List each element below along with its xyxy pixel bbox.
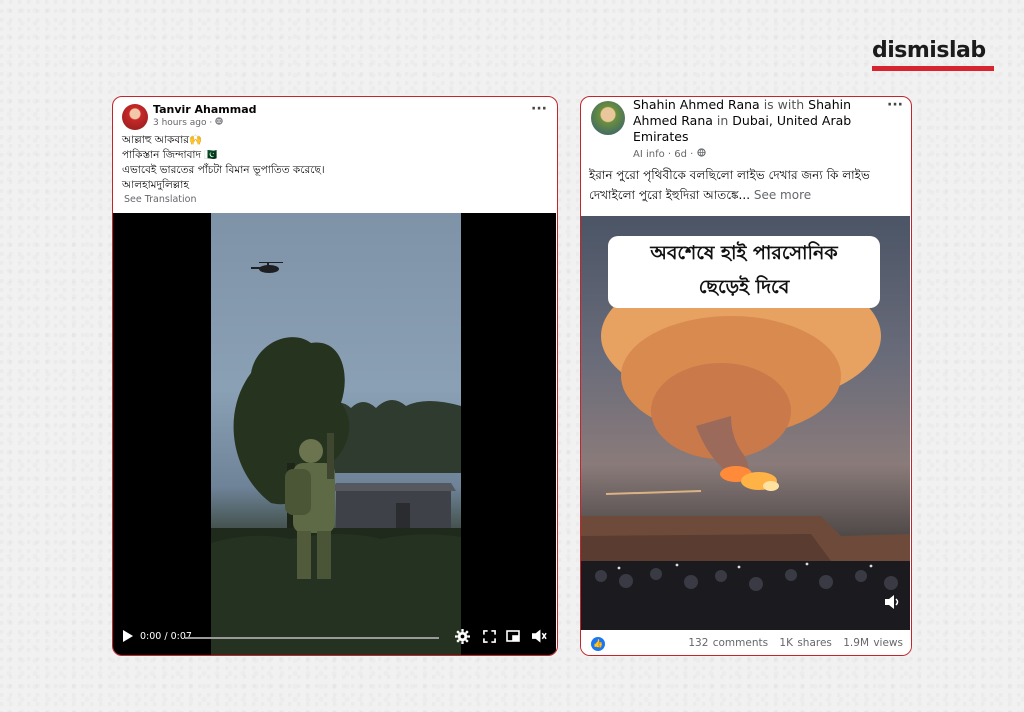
post-stats: 132 comments 1K shares 1.9M views bbox=[681, 637, 903, 649]
avatar[interactable] bbox=[122, 104, 148, 130]
volume-icon[interactable] bbox=[885, 594, 901, 613]
post-line: আলহামদুলিল্লাহ bbox=[122, 179, 189, 191]
more-options-icon[interactable]: ··· bbox=[531, 101, 547, 117]
post-line: আল্লাহু আকবার🙌 bbox=[122, 134, 203, 146]
post-meta-text: AI info · 6d · bbox=[633, 149, 694, 160]
post-meta: AI info · 6d · bbox=[633, 148, 706, 160]
post-text: ইরান পুরো পৃথিবীকে বলছিলো লাইভ দেখার জন্… bbox=[589, 165, 905, 205]
caption-line: ছেড়েই দিবে bbox=[698, 276, 790, 298]
image-caption: অবশেষে হাই পারসোনিক ছেড়েই দিবে bbox=[608, 236, 880, 308]
right-facebook-post: Shahin Ahmed Rana is with Shahin Ahmed R… bbox=[580, 96, 912, 656]
video-progress-bar[interactable] bbox=[185, 637, 439, 639]
post-text: আল্লাহু আকবার🙌 পাকিস্তান জিন্দাবাদ 🇵🇰 এভ… bbox=[122, 133, 325, 193]
post-author[interactable]: Tanvir Ahammad bbox=[153, 103, 257, 116]
post-line: এভাবেই ভারতের পাঁচটা বিমান ভূপাতিত করেছে… bbox=[122, 164, 325, 176]
post-time-text: 3 hours ago bbox=[153, 118, 207, 128]
with-word: is with bbox=[763, 97, 805, 112]
avatar[interactable] bbox=[591, 101, 625, 135]
settings-icon[interactable] bbox=[455, 629, 470, 647]
post-author[interactable]: Shahin Ahmed Rana bbox=[633, 97, 760, 112]
video-player[interactable]: 0:00 / 0:07 bbox=[113, 213, 556, 655]
video-controls: 0:00 / 0:07 bbox=[113, 621, 556, 655]
in-word: in bbox=[716, 113, 729, 128]
more-options-icon[interactable]: ··· bbox=[887, 97, 903, 113]
left-facebook-post: Tanvir Ahammad 3 hours ago · ··· আল্লাহু… bbox=[112, 96, 558, 656]
see-translation-link[interactable]: See Translation bbox=[124, 194, 197, 205]
post-image[interactable]: অবশেষে হাই পারসোনিক ছেড়েই দিবে bbox=[581, 216, 910, 630]
globe-icon bbox=[696, 148, 706, 160]
post-time: 3 hours ago · bbox=[153, 117, 223, 128]
video-frame bbox=[211, 213, 461, 655]
see-more-link[interactable]: See more bbox=[754, 188, 811, 202]
post-header: Shahin Ahmed Rana is with Shahin Ahmed R… bbox=[633, 97, 863, 145]
views-count: 1.9M views bbox=[843, 637, 903, 649]
post-body: ইরান পুরো পৃথিবীকে বলছিলো লাইভ দেখার জন্… bbox=[589, 168, 870, 202]
dismislab-logo: dismislab bbox=[872, 38, 994, 71]
mute-icon[interactable] bbox=[532, 629, 547, 646]
globe-icon bbox=[215, 117, 223, 128]
shares-count[interactable]: 1K shares bbox=[779, 637, 831, 649]
play-icon[interactable] bbox=[123, 630, 133, 645]
pip-icon[interactable] bbox=[506, 630, 520, 645]
post-line: পাকিস্তান জিন্দাবাদ 🇵🇰 bbox=[122, 149, 218, 161]
comments-count[interactable]: 132 comments bbox=[688, 637, 768, 649]
fullscreen-icon[interactable] bbox=[483, 630, 496, 646]
caption-line: অবশেষে হাই পারসোনিক bbox=[650, 242, 838, 264]
like-reaction-icon[interactable]: 👍 bbox=[591, 637, 605, 651]
logo-text: dismislab bbox=[872, 38, 986, 63]
logo-underline bbox=[872, 66, 994, 71]
post-footer: 👍 132 comments 1K shares 1.9M views bbox=[581, 631, 911, 655]
